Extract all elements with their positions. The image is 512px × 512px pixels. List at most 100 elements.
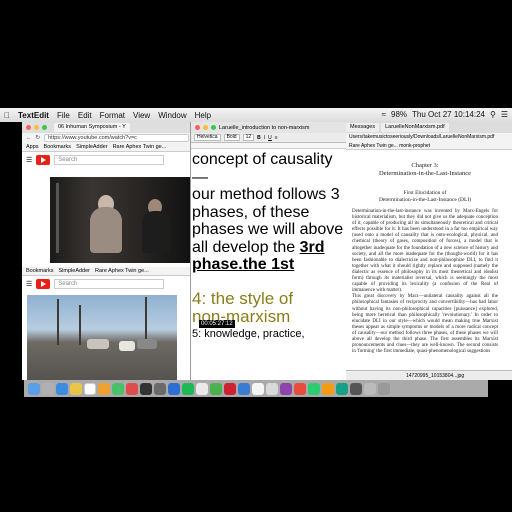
app-icon[interactable] — [280, 382, 292, 395]
menu-window[interactable]: Window — [158, 111, 186, 120]
url-field[interactable]: https://www.youtube.com/watch?v=c — [44, 134, 189, 142]
zoom-window-button[interactable] — [42, 125, 47, 130]
app-icon[interactable] — [168, 382, 180, 395]
trash-icon[interactable] — [378, 382, 390, 395]
hamburger-icon-2[interactable]: ☰ — [26, 280, 32, 288]
app-icon[interactable] — [238, 382, 250, 395]
chrome-icon[interactable] — [210, 382, 222, 395]
menu-view[interactable]: View — [133, 111, 150, 120]
youtube-search-input[interactable]: Search — [54, 155, 165, 165]
youtube-header-2: ☰ Search — [22, 276, 192, 292]
apple-icon[interactable]:  — [4, 111, 10, 120]
video-player-street[interactable] — [27, 295, 177, 380]
finder-icon[interactable] — [28, 382, 40, 395]
back-icon[interactable]: ← — [26, 135, 32, 141]
youtube-logo-icon[interactable] — [36, 155, 51, 165]
bold-button[interactable]: B — [257, 135, 261, 141]
bookmark-aphex[interactable]: Rare Aphex Twin ge... — [113, 144, 167, 150]
bookmark-folder-2[interactable]: Bookmarks — [26, 268, 54, 274]
app-icon[interactable] — [336, 382, 348, 395]
browser-tab[interactable]: 06 Inhuman Symposium - Y — [54, 123, 130, 132]
download-bar[interactable]: 14720995_10153804...jpg — [346, 370, 512, 380]
preview-icon[interactable] — [266, 382, 278, 395]
italic-button[interactable]: I — [264, 135, 265, 141]
text-line: all develop the 3rd — [192, 239, 346, 257]
bookmark-apps[interactable]: Apps — [26, 144, 39, 150]
browser-window-street: Bookmarks SimpleAdder Rare Aphex Twin ge… — [22, 267, 192, 380]
itunes-icon[interactable] — [126, 382, 138, 395]
notes-icon[interactable] — [70, 382, 82, 395]
textedit-icon[interactable] — [252, 382, 264, 395]
app-icon[interactable] — [294, 382, 306, 395]
document-title: Laruelle_introduction to non-marxism — [219, 124, 310, 131]
menu-list-icon[interactable]: ☰ — [501, 110, 508, 119]
car — [119, 341, 135, 351]
pdf-tab-bar: Messages LaruelleNonMarxism.pdf — [346, 122, 512, 133]
terminal-icon[interactable] — [140, 382, 152, 395]
align-left-icon[interactable]: ≡ — [275, 135, 278, 141]
browser-tab-bar: 06 Inhuman Symposium - Y — [22, 122, 192, 133]
body-paragraph: This great discovery by Marx—unilateral … — [352, 294, 498, 355]
textedit-titlebar: Laruelle_introduction to non-marxism — [191, 122, 348, 133]
close-window-button[interactable] — [26, 125, 31, 130]
bookmarks-bar-2: Bookmarks SimpleAdder Rare Aphex Twin ge… — [22, 267, 192, 276]
messages-icon[interactable] — [112, 382, 124, 395]
font-style-select[interactable]: Bold — [223, 134, 240, 141]
youtube-logo-icon-2[interactable] — [36, 279, 51, 289]
tab-messages[interactable]: Messages — [346, 123, 380, 132]
app-icon[interactable] — [154, 382, 166, 395]
photos-icon[interactable] — [98, 382, 110, 395]
video-player-symposium[interactable] — [50, 177, 192, 263]
launchpad-icon[interactable] — [42, 382, 54, 395]
menu-help[interactable]: Help — [195, 111, 211, 120]
car — [87, 339, 109, 349]
downloads-icon[interactable] — [364, 382, 376, 395]
menu-edit[interactable]: Edit — [78, 111, 92, 120]
spotify-icon[interactable] — [182, 382, 194, 395]
menu-app-name[interactable]: TextEdit — [18, 111, 49, 120]
app-icon[interactable] — [308, 382, 320, 395]
dock — [24, 380, 488, 397]
close-window-button[interactable] — [195, 125, 200, 130]
timecode-badge: 00:05:27:12 — [199, 320, 235, 328]
hamburger-icon[interactable]: ☰ — [26, 156, 32, 164]
battery-level[interactable]: 98% — [391, 110, 407, 119]
app-icon[interactable] — [196, 382, 208, 395]
youtube-search-input-2[interactable]: Search — [54, 279, 165, 289]
menu-format[interactable]: Format — [100, 111, 125, 120]
text-fragment: all develop the — [192, 238, 300, 256]
reload-icon[interactable]: ↻ — [36, 135, 41, 141]
text-line: phases we will above — [192, 221, 344, 238]
youtube-header: ☰ Search — [22, 152, 192, 168]
minimize-window-button[interactable] — [34, 125, 39, 130]
menu-file[interactable]: File — [57, 111, 70, 120]
font-family-select[interactable]: Helvetica — [194, 134, 221, 141]
bookmark-simpleadder-2[interactable]: SimpleAdder — [59, 268, 91, 274]
lamp-stand — [56, 183, 59, 253]
bookmark-folder[interactable]: Bookmarks — [44, 144, 72, 150]
wifi-icon[interactable]: ≈ — [382, 110, 386, 119]
search-icon[interactable]: ⚲ — [490, 110, 496, 119]
bold-text: 3rd — [299, 238, 325, 256]
tab-pdf[interactable]: LaruelleNonMarxism.pdf — [381, 123, 449, 132]
text-line: our method follows 3 — [192, 186, 340, 203]
palm-tree — [79, 305, 81, 345]
pdf-viewer-window: Messages LaruelleNonMarxism.pdf Users/ta… — [346, 122, 512, 380]
pdf-address-bar[interactable]: Users/takemusictoseeriously/Downloads/La… — [346, 133, 512, 142]
palm-tree — [145, 297, 147, 345]
underline-button[interactable]: U — [268, 135, 272, 141]
safari-icon[interactable] — [56, 382, 68, 395]
bookmark-simpleadder[interactable]: SimpleAdder — [76, 144, 108, 150]
section-subtitle: Determination-in-the-Last-Instance (DLI) — [378, 197, 472, 203]
calendar-icon[interactable] — [84, 382, 96, 395]
app-icon[interactable] — [224, 382, 236, 395]
app-icon[interactable] — [350, 382, 362, 395]
document-body[interactable]: concept of causality— our method follows… — [191, 149, 348, 341]
bookmark-aphex-2[interactable]: Rare Aphex Twin ge... — [95, 268, 149, 274]
zoom-window-button[interactable] — [211, 125, 216, 130]
app-icon[interactable] — [322, 382, 334, 395]
font-size-select[interactable]: 12 — [242, 134, 255, 141]
minimize-window-button[interactable] — [203, 125, 208, 130]
clock[interactable]: Thu Oct 27 10:14:24 — [412, 110, 485, 119]
palm-tree — [57, 299, 59, 345]
